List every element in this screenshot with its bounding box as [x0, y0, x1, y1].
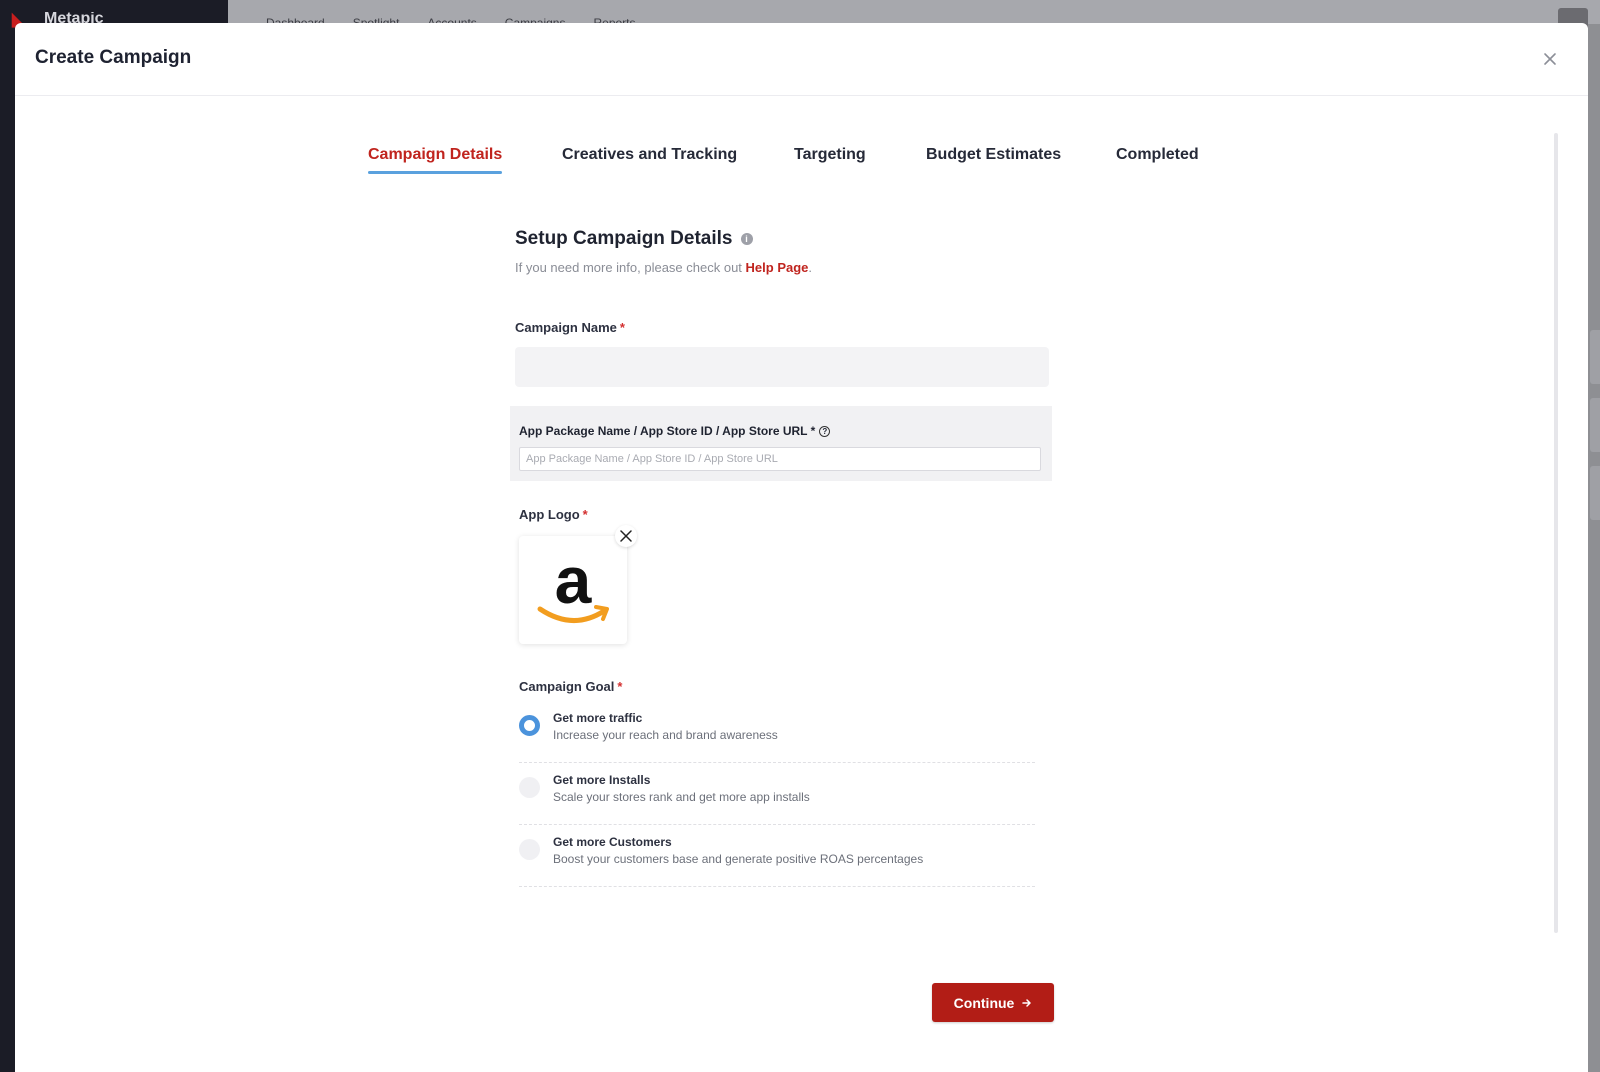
app-logo-label: App Logo *	[519, 507, 588, 522]
close-button[interactable]	[1540, 49, 1560, 69]
create-campaign-modal: Create Campaign Campaign Details Creativ…	[15, 23, 1588, 1072]
campaign-name-input[interactable]	[515, 347, 1049, 387]
modal-header: Create Campaign	[15, 23, 1588, 96]
required-mark: *	[619, 320, 625, 335]
side-tab	[1590, 330, 1600, 384]
tab-targeting[interactable]: Targeting	[794, 146, 866, 174]
app-logo-preview[interactable]: a	[519, 536, 627, 644]
goal-option-customers[interactable]: Get more Customers Boost your customers …	[519, 825, 1035, 887]
package-input[interactable]	[519, 447, 1041, 471]
campaign-goal-label-text: Campaign Goal	[519, 679, 615, 694]
package-label: App Package Name / App Store ID / App St…	[519, 424, 831, 438]
tab-creatives-and-tracking[interactable]: Creatives and Tracking	[562, 146, 737, 174]
tab-budget-estimates[interactable]: Budget Estimates	[926, 146, 1061, 174]
required-mark: *	[617, 679, 623, 694]
scrollbar[interactable]	[1554, 133, 1558, 933]
goal-description: Boost your customers base and generate p…	[553, 852, 924, 866]
setup-subtitle-text: If you need more info, please check out	[515, 260, 746, 275]
continue-button[interactable]: Continue	[932, 983, 1054, 1022]
campaign-goal-options: Get more traffic Increase your reach and…	[519, 701, 1035, 887]
package-label-text: App Package Name / App Store ID / App St…	[519, 424, 816, 438]
campaign-name-label-text: Campaign Name	[515, 320, 617, 335]
tab-campaign-details[interactable]: Campaign Details	[368, 146, 503, 174]
campaign-form: Setup Campaign Details i If you need mor…	[510, 228, 1075, 887]
app-logo-label-text: App Logo	[519, 507, 580, 522]
step-tabs: Campaign Details Creatives and Tracking …	[15, 146, 1588, 186]
radio-button-checked[interactable]	[519, 715, 540, 736]
radio-button[interactable]	[519, 777, 540, 798]
radio-button[interactable]	[519, 839, 540, 860]
goal-description: Increase your reach and brand awareness	[553, 728, 778, 742]
info-icon[interactable]: i	[740, 233, 753, 245]
arrow-right-icon	[1022, 998, 1032, 1007]
setup-title-text: Setup Campaign Details	[515, 228, 733, 249]
goal-description: Scale your stores rank and get more app …	[553, 790, 810, 804]
side-tabs	[1590, 330, 1600, 534]
goal-title: Get more traffic	[553, 711, 643, 725]
continue-label: Continue	[953, 994, 1015, 1011]
required-mark: *	[582, 507, 588, 522]
goal-option-installs[interactable]: Get more Installs Scale your stores rank…	[519, 763, 1035, 825]
goal-title: Get more Customers	[553, 835, 672, 849]
question-icon[interactable]: ?	[819, 425, 831, 437]
side-tab	[1590, 466, 1600, 520]
tab-completed[interactable]: Completed	[1116, 146, 1199, 174]
logo-letter: a	[555, 545, 593, 617]
package-field-group: App Package Name / App Store ID / App St…	[510, 406, 1052, 481]
goal-title: Get more Installs	[553, 773, 651, 787]
close-icon	[1544, 53, 1556, 65]
side-tab	[1590, 398, 1600, 452]
goal-option-traffic[interactable]: Get more traffic Increase your reach and…	[519, 701, 1035, 763]
close-icon	[620, 530, 632, 542]
campaign-goal-label: Campaign Goal *	[519, 679, 622, 694]
remove-logo-button[interactable]	[615, 525, 637, 547]
amazon-logo-icon: a	[537, 545, 609, 623]
setup-subtitle: If you need more info, please check out …	[515, 260, 1075, 275]
help-page-link[interactable]: Help Page	[746, 260, 809, 275]
setup-title: Setup Campaign Details i	[515, 228, 1075, 250]
campaign-name-label: Campaign Name *	[515, 320, 625, 335]
setup-subtitle-suffix: .	[808, 260, 813, 275]
modal-title: Create Campaign	[35, 47, 192, 68]
